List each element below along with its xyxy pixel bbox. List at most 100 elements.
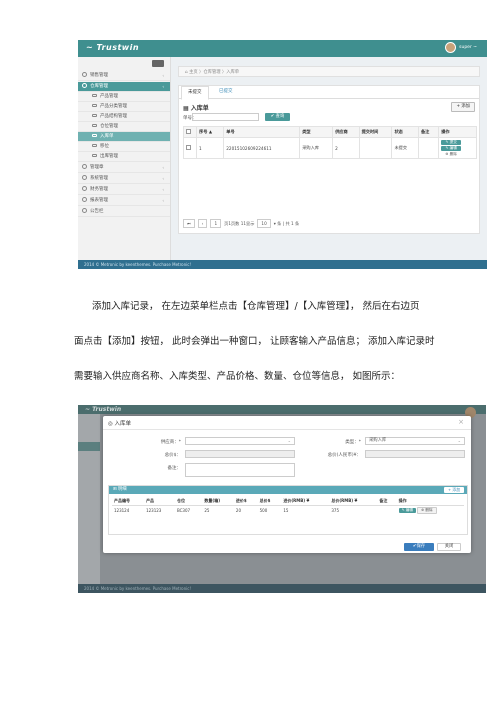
sidebar-item-notice[interactable]: 公告栏 — [78, 207, 170, 217]
user-menu[interactable]: super ~ — [445, 42, 477, 53]
sidebar-item-label: 公告栏 — [90, 209, 104, 214]
table-cell: 375 — [329, 505, 378, 515]
select-all-header[interactable] — [183, 126, 197, 138]
page-size-select[interactable]: 10 — [257, 219, 271, 228]
inbound-table: 序号 ▲ 单号 类型 供应商 提交时间 状态 备注 操作 1 220151026… — [183, 126, 477, 159]
tab-unsubmitted[interactable]: 未提交 — [181, 86, 209, 100]
user-name: super ~ — [459, 45, 477, 50]
page-number-input[interactable]: 1 — [210, 219, 222, 228]
order-number-input[interactable] — [192, 113, 259, 121]
circle-icon — [82, 83, 87, 88]
detail-table: 产品编号 产品 仓位 数量(箱) 进价$ 总价$ 进价(RMB) ¥ 总价(RM… — [112, 497, 464, 515]
first-page-button[interactable]: ⏮ — [183, 219, 195, 228]
sidebar-item-sales[interactable]: 销售管理 ‹ — [78, 71, 170, 81]
circle-icon — [82, 208, 87, 213]
column-header[interactable]: 备注 — [417, 126, 440, 138]
table-cell: 123124 — [112, 505, 145, 515]
sidebar-subitem-outbound[interactable]: 出库管理 — [78, 152, 170, 162]
save-button[interactable]: ✔保存 — [404, 543, 434, 551]
search-button[interactable]: ✔ 查询 — [265, 113, 290, 121]
circle-icon — [82, 175, 87, 180]
chevron-left-icon: ‹ — [162, 176, 164, 181]
column-header[interactable]: 供应商 — [332, 126, 360, 138]
column-header[interactable]: 序号 ▲ — [195, 126, 225, 138]
detail-title: ⊞ 明细 — [113, 487, 127, 492]
link-icon — [92, 124, 97, 127]
column-header: 操作 — [438, 126, 477, 138]
sidebar-subitem-transfer[interactable]: 移位 — [78, 142, 170, 152]
table-header-row: 产品编号 产品 仓位 数量(箱) 进价$ 总价$ 进价(RMB) ¥ 总价(RM… — [112, 497, 464, 506]
add-button[interactable]: + 添加 — [451, 102, 475, 112]
row-select-cell[interactable] — [183, 137, 197, 159]
sidebar-item-label: 出库管理 — [100, 154, 118, 159]
total-count: ▾ 条 | 共 1 条 — [273, 220, 300, 226]
background-sidebar-active — [78, 442, 100, 451]
table-cell: 15 — [281, 505, 330, 515]
pagination: ⏮ ‹ 1 页1页数 11显示 10 ▾ 条 | 共 1 条 — [183, 219, 299, 228]
note-label: 备注： — [167, 466, 182, 471]
sidebar-toggle-button[interactable] — [152, 60, 164, 67]
table-row: 123124 123123 BC307 25 20 500 15 375 ✎ 编… — [112, 505, 464, 515]
sidebar-subitem-product-categories[interactable]: 产品分类管理 — [78, 102, 170, 112]
sidebar-subitem-inbound[interactable]: 入库单 — [78, 132, 170, 142]
link-icon — [92, 134, 97, 137]
page-title-text: 入库单 — [190, 105, 209, 112]
table-cell — [358, 137, 393, 159]
sidebar-item-finance[interactable]: 财务管理 ‹ — [78, 185, 170, 195]
add-detail-button[interactable]: + 添加 — [444, 487, 464, 493]
close-icon[interactable]: × — [458, 418, 464, 426]
paragraph-line-2: 面点击【添加】按钮， 此时会弹出一种窗口， 让顾客输入产品信息； 添加入库记录时 — [74, 336, 435, 347]
sidebar-item-management[interactable]: 管理章 ‹ — [78, 163, 170, 173]
circle-icon — [82, 164, 87, 169]
note-textarea[interactable] — [185, 463, 295, 477]
column-header[interactable]: 状态 — [391, 126, 419, 138]
row-actions: ✎ 提交 ✎ 编辑 ⊗ 删除 — [438, 137, 477, 159]
edit-button[interactable]: ✎ 编辑 — [441, 145, 462, 151]
sidebar: 销售管理 ‹ 仓库管理 ‹ 产品管理 产品分类管理 产品结构管理 仓位管理 入库单 … — [78, 57, 171, 260]
column-header: 产品编号 — [112, 497, 145, 506]
sidebar-subitem-products[interactable]: 产品管理 — [78, 92, 170, 102]
top-navbar: ~ Trustwin super ~ — [78, 40, 487, 57]
sidebar-subitem-product-structure[interactable]: 产品结构管理 — [78, 112, 170, 122]
close-button[interactable]: 关闭 — [437, 543, 461, 551]
column-header: 备注 — [377, 497, 397, 506]
submit-button[interactable]: ✎ 提交 — [441, 139, 462, 145]
type-select[interactable]: 采购入库 ⌄ — [365, 437, 465, 445]
table-cell: 2 — [332, 137, 360, 159]
chevron-left-icon: ‹ — [162, 73, 164, 78]
breadcrumb[interactable]: ⌂ 主页 〉仓库管理 〉入库单 — [178, 66, 480, 77]
table-cell: 1 — [195, 137, 225, 159]
column-header: 操作 — [396, 497, 464, 506]
supplier-select[interactable]: ⌄ — [185, 437, 295, 445]
sidebar-item-system[interactable]: 系统管理 ‹ — [78, 174, 170, 184]
tab-submitted[interactable]: 已提交 — [213, 86, 239, 98]
column-header[interactable]: 单号 — [223, 126, 301, 138]
link-icon — [92, 144, 97, 147]
brand-logo: ~ Trustwin — [85, 406, 122, 413]
status-tabs: 未提交 已提交 — [179, 86, 479, 100]
column-header[interactable]: 类型 — [299, 126, 334, 138]
delete-button[interactable]: ⊗ 删除 — [417, 507, 437, 514]
row-checkbox[interactable] — [186, 145, 191, 150]
delete-button[interactable]: ⊗ 删除 — [441, 151, 462, 157]
select-all-checkbox[interactable] — [186, 129, 191, 134]
edit-button[interactable]: ✎ 编辑 — [398, 508, 416, 513]
sidebar-item-label: 系统管理 — [90, 176, 108, 181]
sidebar-subitem-locations[interactable]: 仓位管理 — [78, 122, 170, 132]
sidebar-item-warehouse[interactable]: 仓库管理 ‹ — [78, 82, 170, 92]
table-cell — [417, 137, 440, 159]
link-icon — [92, 154, 97, 157]
supplier-label: 供应商：* — [160, 440, 181, 445]
column-header: 数量(箱) — [202, 497, 234, 506]
footer: 2014 © Metronic by keenthemes. Purchase … — [78, 584, 486, 593]
screenshot-add-inbound-modal: ~ Trustwin 2014 © Metronic by keenthemes… — [78, 405, 486, 593]
circle-icon — [82, 197, 87, 202]
inbound-modal: ◎ 入库单 × 供应商：* ⌄ 类型：* 采购入库 ⌄ 总价$： 总价(人民币)¥… — [103, 416, 471, 553]
sidebar-item-label: 仓库管理 — [90, 84, 108, 89]
prev-page-button[interactable]: ‹ — [197, 219, 208, 228]
column-header[interactable]: 提交时间 — [358, 126, 393, 138]
table-cell: 采购入库 — [299, 137, 334, 159]
sidebar-item-reports[interactable]: 报表管理 ‹ — [78, 196, 170, 206]
table-cell: BC307 — [174, 505, 203, 515]
type-label: 类型：* — [345, 440, 361, 445]
